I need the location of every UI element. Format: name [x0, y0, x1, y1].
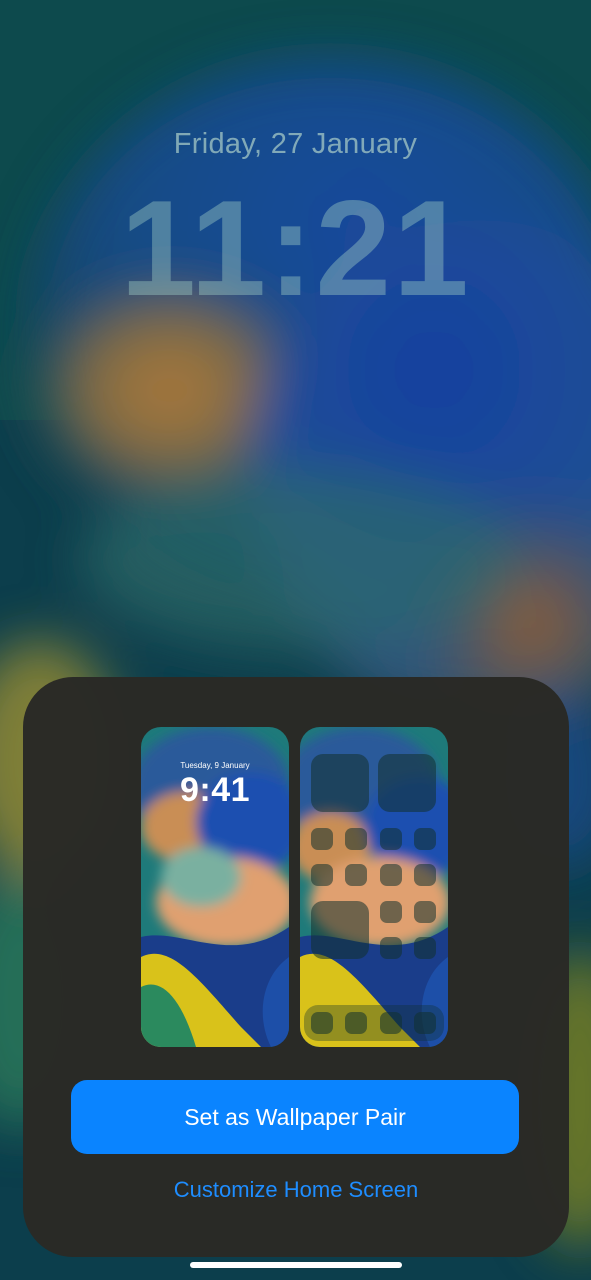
preview-dock-icon [414, 1012, 436, 1034]
preview-app-icon [414, 828, 436, 850]
preview-app-icon [345, 864, 367, 886]
preview-app-icon [380, 864, 402, 886]
preview-app-icon [345, 828, 367, 850]
wallpaper-editor-screen: Friday, 27 January 11:21 Tuesday, 9 Janu… [0, 0, 591, 1280]
preview-dock-icon [311, 1012, 333, 1034]
lock-screen-time: 11:21 [120, 172, 471, 324]
preview-lock-time: 9:41 [179, 771, 251, 809]
preview-app-icon [311, 864, 333, 886]
preview-app-icon [414, 864, 436, 886]
preview-app-icon [380, 828, 402, 850]
home-screen-preview[interactable] [300, 727, 448, 1047]
preview-app-icon [414, 901, 436, 923]
preview-dock-icon [380, 1012, 402, 1034]
preview-app-icon [380, 937, 402, 959]
preview-widget [311, 754, 369, 812]
lock-screen-preview[interactable]: Tuesday, 9 January 9:41 [141, 727, 289, 1047]
preview-app-icon [311, 828, 333, 850]
home-indicator-bar[interactable] [190, 1262, 402, 1268]
lock-screen-date: Friday, 27 January [173, 128, 418, 160]
preview-app-icon [414, 937, 436, 959]
preview-dock-icon [345, 1012, 367, 1034]
preview-app-icon [380, 901, 402, 923]
wallpaper-pair-sheet: Tuesday, 9 January 9:41 Set as Wallpaper… [23, 677, 569, 1257]
customize-home-screen-button[interactable]: Customize Home Screen [23, 1177, 569, 1203]
preview-lock-date: Tuesday, 9 January [180, 761, 250, 770]
preview-widget [378, 754, 436, 812]
set-as-wallpaper-pair-button[interactable]: Set as Wallpaper Pair [71, 1080, 519, 1154]
